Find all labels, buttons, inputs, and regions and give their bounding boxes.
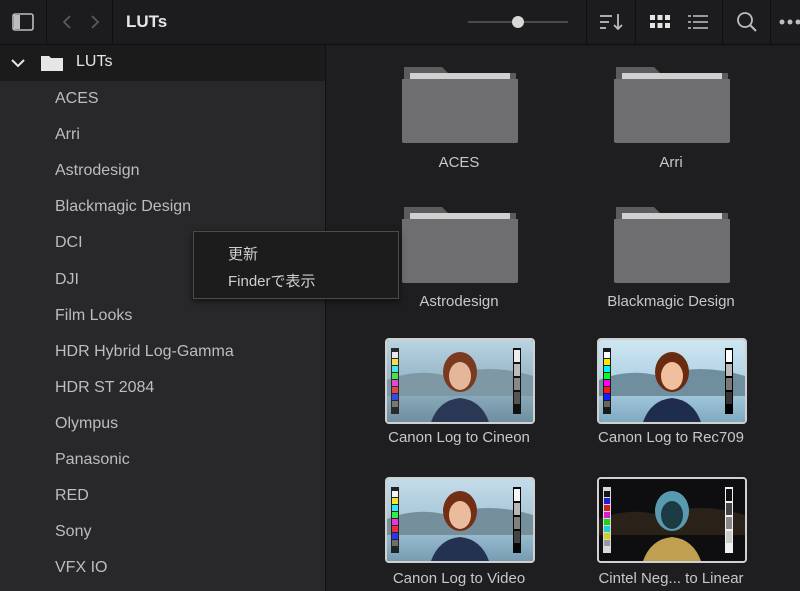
lut-preview-image (385, 477, 535, 563)
grid-tile-blackmagic-design[interactable]: Blackmagic Design (576, 203, 766, 323)
sidebar-item-dji[interactable]: DJI (55, 271, 79, 289)
sidebar-item-astrodesign[interactable]: Astrodesign (55, 162, 140, 180)
sidebar-item-film-looks[interactable]: Film Looks (55, 307, 132, 325)
folder-icon (41, 56, 63, 71)
sidebar-item-aces[interactable]: ACES (55, 90, 99, 108)
sidebar-item-vfx-io[interactable]: VFX IO (55, 559, 107, 577)
tile-label: ACES (438, 154, 480, 171)
context-menu: 更新 Finderで表示 (193, 231, 399, 299)
tile-label: Blackmagic Design (607, 293, 735, 310)
sort-icon[interactable] (588, 0, 634, 44)
sidebar-item-olympus[interactable]: Olympus (55, 415, 118, 433)
more-options-icon[interactable] (778, 0, 800, 44)
sidebar-item-red[interactable]: RED (55, 487, 89, 505)
sidebar-item-sony[interactable]: Sony (55, 523, 91, 541)
lut-preview-image (597, 477, 747, 563)
sidebar-toggle-icon[interactable] (0, 0, 46, 44)
tile-label: Canon Log to Cineon (388, 429, 530, 446)
browser-title: LUTs (126, 12, 168, 31)
sidebar-item-arri[interactable]: Arri (55, 126, 80, 144)
sidebar-item-hdr-hlg[interactable]: HDR Hybrid Log-Gamma (55, 343, 234, 361)
slider-thumb[interactable] (512, 16, 524, 28)
folder-icon (402, 67, 518, 143)
search-icon[interactable] (724, 0, 770, 44)
grid-tile-aces[interactable]: ACES (364, 63, 554, 183)
tile-label: Canon Log to Video (392, 570, 526, 587)
tile-label: Arri (659, 154, 683, 171)
list-view-icon[interactable] (678, 0, 718, 44)
lut-grid: ACES Arri Astrodesign Blackmagic Design (326, 45, 800, 591)
grid-tile-arri[interactable]: Arri (576, 63, 766, 183)
folder-tree: LUTs ACES Arri Astrodesign Blackmagic De… (0, 45, 326, 591)
grid-tile-canon-log-to-cineon[interactable]: Canon Log to Cineon (364, 338, 554, 450)
sidebar-item-hdr-st2084[interactable]: HDR ST 2084 (55, 379, 154, 397)
forward-icon[interactable] (82, 0, 108, 44)
tile-label: Canon Log to Rec709 (598, 429, 744, 446)
lut-preview-image (385, 338, 535, 424)
grid-tile-canon-log-to-rec709[interactable]: Canon Log to Rec709 (576, 338, 766, 450)
tree-root-label: LUTs (76, 53, 113, 70)
grid-tile-cintel-negative-to-linear[interactable]: Cintel Neg... to Linear (576, 477, 766, 589)
tile-label: Cintel Neg... to Linear (598, 570, 744, 587)
back-icon[interactable] (54, 0, 80, 44)
lut-preview-image (597, 338, 747, 424)
folder-icon (614, 67, 730, 143)
chevron-down-icon[interactable] (10, 55, 26, 71)
tree-root-luts[interactable]: LUTs (0, 45, 325, 81)
grid-tile-canon-log-to-video[interactable]: Canon Log to Video (364, 477, 554, 589)
menu-item-reveal-in-finder[interactable]: Finderで表示 (228, 270, 316, 291)
menu-item-refresh[interactable]: 更新 (228, 243, 258, 264)
toolbar: LUTs (0, 0, 800, 45)
sidebar-item-panasonic[interactable]: Panasonic (55, 451, 130, 469)
folder-icon (614, 207, 730, 283)
grid-view-icon[interactable] (640, 0, 680, 44)
sidebar-item-blackmagic-design[interactable]: Blackmagic Design (55, 198, 191, 216)
folder-icon (402, 207, 518, 283)
sidebar-item-dci[interactable]: DCI (55, 234, 83, 252)
